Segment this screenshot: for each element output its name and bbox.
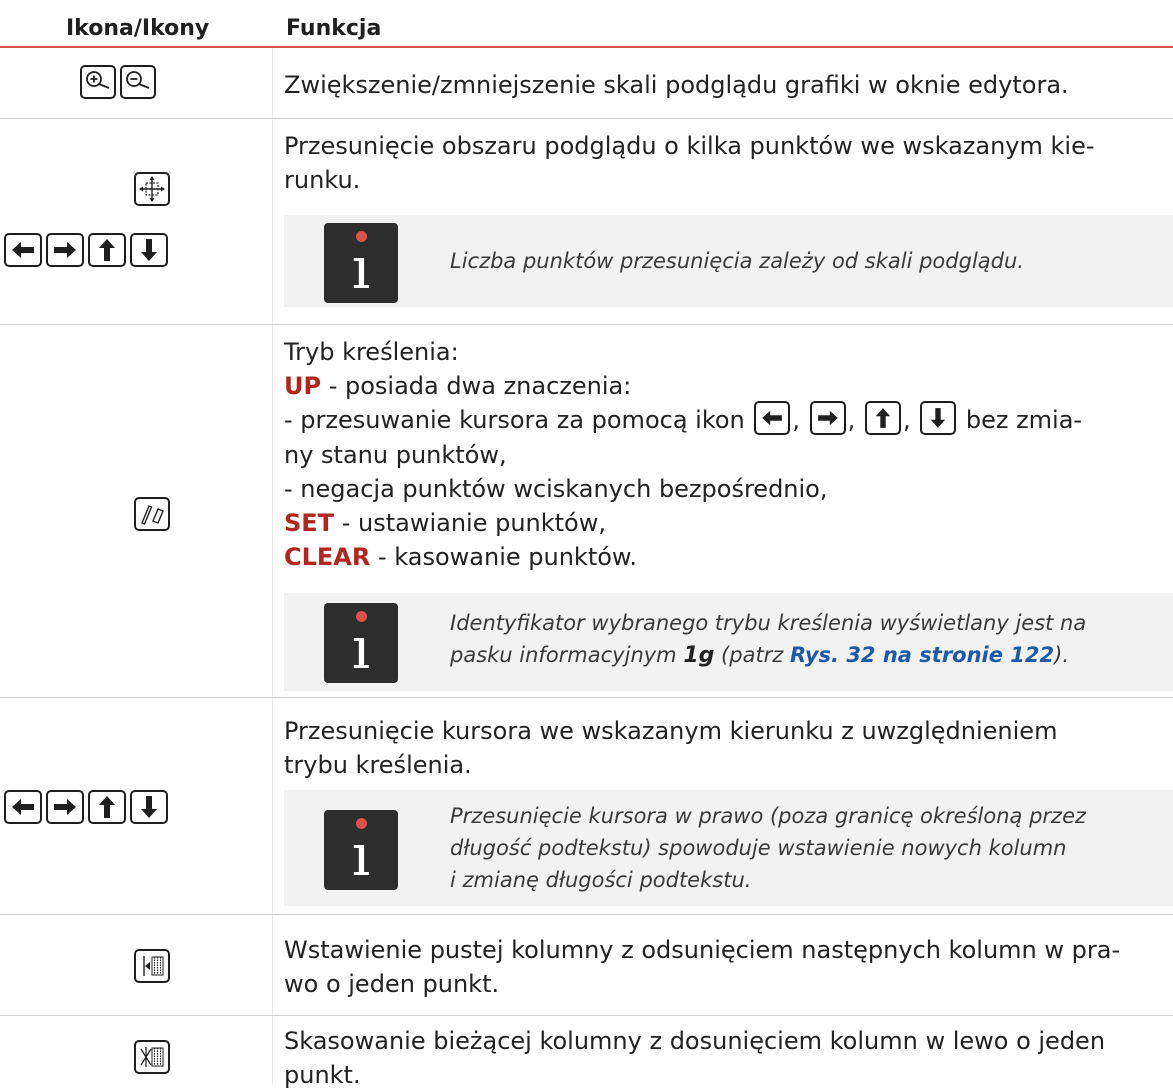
pan-description-line1: Przesunięcie obszaru podglądu o kilka pu… <box>284 132 1095 160</box>
up-keyword: UP <box>284 372 322 400</box>
insert-column-line1: Wstawienie pustej kolumny z odsunięciem … <box>284 936 1121 964</box>
cursor-description: Przesunięcie kursora we wskazanym kierun… <box>284 714 1057 782</box>
delete-column-icon[interactable] <box>134 1040 170 1074</box>
insert-column-line2: wo o jeden punkt. <box>284 970 500 998</box>
note-line1: Przesunięcie kursora w prawo (poza grani… <box>450 804 1087 828</box>
zoom-out-icon[interactable] <box>120 65 156 99</box>
move-suffix: bez zmia- <box>965 406 1083 434</box>
arrow-right-icon[interactable] <box>46 790 84 824</box>
delete-column-description: Skasowanie bieżącej kolumny z dosunięcie… <box>284 1024 1105 1092</box>
info-icon: ı <box>324 810 398 890</box>
draw-mode-line1: Tryb kreślenia: <box>284 338 459 366</box>
note-end: ). <box>1054 643 1070 667</box>
header-icon-column: Ikona/Ikony <box>66 16 210 41</box>
cursor-description-line2: trybu kreślenia. <box>284 751 472 779</box>
note-mid: (patrz <box>714 643 791 667</box>
info-note: ı Przesunięcie kursora w prawo (poza gra… <box>284 790 1173 906</box>
up-description: - posiada dwa znaczenia: <box>321 372 632 400</box>
arrow-right-icon[interactable] <box>809 401 846 435</box>
table-row-cursor: Przesunięcie kursora we wskazanym kierun… <box>0 698 1173 914</box>
pan-move-icon[interactable] <box>134 172 170 206</box>
arrow-up-icon[interactable] <box>88 790 126 824</box>
note-ref: 1g <box>683 643 715 668</box>
table-row-draw-mode: Tryb kreślenia: UP - posiada dwa znaczen… <box>0 325 1173 697</box>
pan-description-line2: runku. <box>284 166 361 194</box>
table-row-insert-column: Wstawienie pustej kolumny z odsunięciem … <box>0 915 1173 1015</box>
negate-line: - negacja punktów wciskanych bezpośredni… <box>284 475 828 503</box>
arrow-left-icon[interactable] <box>4 233 42 267</box>
pan-description: Przesunięcie obszaru podglądu o kilka pu… <box>284 129 1095 197</box>
info-icon: ı <box>324 603 398 683</box>
info-icon: ı <box>324 223 398 303</box>
clear-keyword: CLEAR <box>284 543 371 571</box>
note-line2: długość podtekstu) spowoduje wstawienie … <box>450 836 1067 860</box>
info-note: ı Identyfikator wybranego trybu kreśleni… <box>284 593 1173 691</box>
draw-mode-icon[interactable] <box>134 497 170 531</box>
info-note-text: Liczba punktów przesunięcia zależy od sk… <box>450 249 1024 273</box>
note-line1: Identyfikator wybranego trybu kreślenia … <box>450 611 1087 635</box>
delete-column-line1: Skasowanie bieżącej kolumny z dosunięcie… <box>284 1027 1106 1055</box>
arrow-down-icon[interactable] <box>130 233 168 267</box>
zoom-description: Zwiększenie/zmniejszenie skali podglądu … <box>284 71 1069 99</box>
delete-column-line2: punkt. <box>284 1061 361 1089</box>
table-row-pan: Przesunięcie obszaru podglądu o kilka pu… <box>0 119 1173 324</box>
arrow-left-icon[interactable] <box>754 401 791 435</box>
figure-link[interactable]: Rys. 32 na stronie 122 <box>790 643 1054 667</box>
cursor-description-line1: Przesunięcie kursora we wskazanym kierun… <box>284 717 1058 745</box>
info-note-text: Przesunięcie kursora w prawo (poza grani… <box>450 800 1086 896</box>
zoom-in-icon[interactable] <box>80 65 116 99</box>
arrow-right-icon[interactable] <box>46 233 84 267</box>
table-row-zoom: Zwiększenie/zmniejszenie skali podglądu … <box>0 48 1173 118</box>
arrow-up-icon[interactable] <box>864 401 901 435</box>
draw-mode-description: Tryb kreślenia: UP - posiada dwa znaczen… <box>284 338 1083 571</box>
note-line3: i zmianę długości podtekstu. <box>450 868 752 892</box>
header-function-column: Funkcja <box>286 16 382 41</box>
table-row-delete-column: Skasowanie bieżącej kolumny z dosunięcie… <box>0 1016 1173 1089</box>
set-description: - ustawianie punktów, <box>334 509 606 537</box>
move-line2: ny stanu punktów, <box>284 441 507 469</box>
clear-description: - kasowanie punktów. <box>370 543 637 571</box>
arrow-down-icon[interactable] <box>130 790 168 824</box>
insert-column-description: Wstawienie pustej kolumny z odsunięciem … <box>284 933 1120 1001</box>
table-header: Ikona/Ikony Funkcja <box>0 0 1173 46</box>
set-keyword: SET <box>284 509 335 537</box>
info-note: ı Liczba punktów przesunięcia zależy od … <box>284 215 1173 307</box>
move-prefix: - przesuwanie kursora za pomocą ikon <box>284 406 745 434</box>
arrow-down-icon[interactable] <box>920 401 957 435</box>
arrow-up-icon[interactable] <box>88 233 126 267</box>
insert-column-icon[interactable] <box>134 949 170 983</box>
info-note-text: Identyfikator wybranego trybu kreślenia … <box>450 607 1086 672</box>
note-line2-prefix: pasku informacyjnym <box>450 643 684 667</box>
arrow-left-icon[interactable] <box>4 790 42 824</box>
